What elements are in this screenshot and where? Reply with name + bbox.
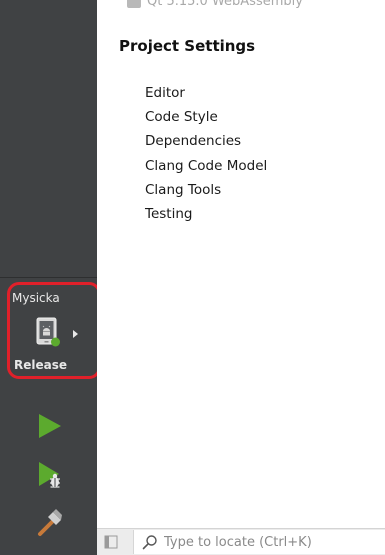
android-device-icon	[36, 317, 60, 347]
project-name: Mysicka	[12, 291, 60, 305]
settings-item-clang-code-model[interactable]: Clang Code Model	[145, 154, 267, 178]
kit-selector[interactable]: Mysicka Release	[7, 282, 101, 379]
project-settings-list: Editor Code Style Dependencies Clang Cod…	[145, 81, 267, 226]
build-button[interactable]	[31, 505, 67, 541]
project-settings-pane: Qt 5.15.0 WebAssembly Project Settings E…	[97, 0, 385, 528]
build-hammer-icon	[38, 509, 62, 536]
toggle-sidebar-icon	[104, 535, 118, 549]
run-icon	[39, 414, 61, 438]
settings-item-dependencies[interactable]: Dependencies	[145, 129, 267, 153]
settings-item-code-style[interactable]: Code Style	[145, 105, 267, 129]
status-bar	[97, 528, 385, 555]
toggle-sidebar-button[interactable]	[103, 534, 119, 550]
qt-creator-window: Mysicka Release Qt 5.15.0 WebAssembly Pr…	[0, 0, 385, 555]
build-configuration: Release	[14, 358, 68, 372]
debug-run-icon	[39, 462, 60, 488]
run-button[interactable]	[31, 408, 67, 444]
debug-run-button[interactable]	[31, 457, 67, 493]
kit-entry[interactable]: Qt 5.15.0 WebAssembly	[127, 0, 303, 9]
monitor-icon	[127, 0, 141, 8]
settings-item-clang-tools[interactable]: Clang Tools	[145, 178, 267, 202]
locator-input[interactable]	[164, 534, 364, 550]
kit-entry-label: Qt 5.15.0 WebAssembly	[147, 0, 303, 9]
search-icon	[142, 535, 157, 550]
project-settings-heading: Project Settings	[119, 37, 256, 55]
sidebar-divider	[0, 277, 97, 278]
kit-selector-arrow-icon	[73, 330, 78, 338]
settings-item-testing[interactable]: Testing	[145, 202, 267, 226]
settings-item-editor[interactable]: Editor	[145, 81, 267, 105]
locator[interactable]	[133, 530, 385, 554]
mode-sidebar: Mysicka Release	[0, 0, 101, 555]
